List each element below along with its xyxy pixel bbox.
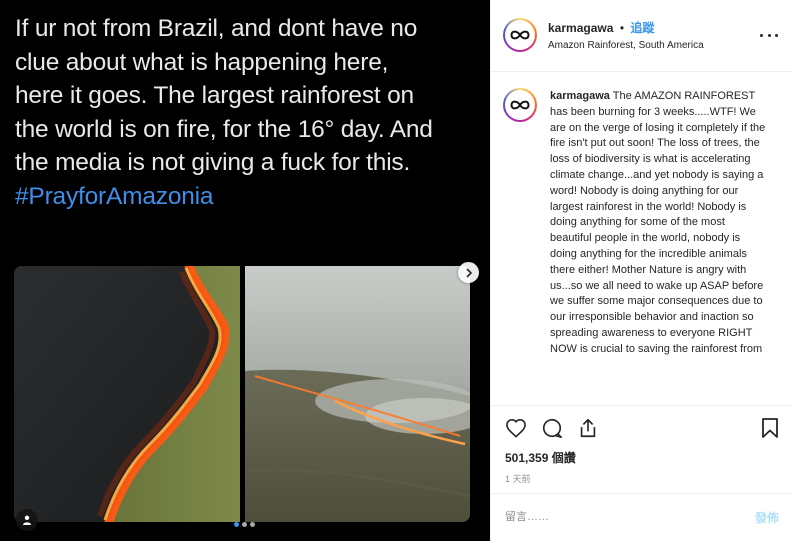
tagged-users-button[interactable]	[16, 509, 38, 531]
media-text-line: the media is not giving a fuck for this.	[15, 149, 411, 176]
more-options-icon[interactable]	[760, 27, 778, 43]
post-comment-button[interactable]: 發佈	[755, 509, 779, 526]
action-bar	[491, 406, 792, 442]
chevron-right-icon	[466, 268, 472, 277]
caption-section: karmagawa The AMAZON RAINFOREST has been…	[491, 72, 792, 406]
carousel-next-button[interactable]	[458, 262, 479, 283]
avatar[interactable]	[503, 88, 537, 122]
follow-button[interactable]: 追蹤	[630, 21, 654, 35]
carousel-dot	[242, 522, 247, 527]
caption-username[interactable]: karmagawa	[550, 90, 610, 102]
caption-text: The AMAZON RAINFOREST has been burning f…	[550, 90, 766, 355]
infinity-logo-icon	[510, 100, 530, 110]
post-media: If ur not from Brazil, and dont have no …	[0, 0, 490, 541]
media-text-line: the world is on fire, for the 16° day. A…	[15, 115, 433, 143]
media-hashtag: #PrayforAmazonia	[15, 182, 214, 210]
infinity-logo-icon	[510, 30, 530, 40]
like-count[interactable]: 501,359 個讚	[505, 449, 576, 466]
carousel-dot	[234, 522, 239, 527]
media-text-line: If ur not from Brazil, and dont have no	[15, 15, 418, 42]
post-caption: karmagawa The AMAZON RAINFOREST has been…	[550, 89, 766, 358]
share-icon	[580, 418, 596, 438]
carousel-indicator	[234, 522, 255, 527]
like-button[interactable]	[503, 415, 529, 441]
bookmark-icon	[762, 418, 778, 438]
post-timestamp[interactable]: 1 天前	[505, 472, 531, 485]
separator-dot: •	[619, 21, 625, 35]
media-text-overlay: If ur not from Brazil, and dont have no …	[15, 12, 483, 213]
avatar[interactable]	[503, 18, 537, 52]
media-text-line: here it goes. The largest rainforest on	[15, 82, 414, 109]
user-tag-icon	[23, 515, 31, 525]
header-text: karmagawa • 追蹤 Amazon Rainforest, South …	[548, 19, 704, 51]
header-username[interactable]: karmagawa	[548, 21, 613, 35]
comment-icon	[542, 418, 562, 438]
comment-bar: 發佈	[491, 493, 792, 541]
post-side-panel: karmagawa • 追蹤 Amazon Rainforest, South …	[490, 0, 792, 541]
share-button[interactable]	[575, 415, 601, 441]
location-link[interactable]: Amazon Rainforest, South America	[548, 40, 704, 51]
heart-icon	[506, 418, 526, 438]
comment-button[interactable]	[539, 415, 565, 441]
save-button[interactable]	[757, 415, 783, 441]
comment-input[interactable]	[505, 506, 725, 528]
aerial-smoke-photo	[245, 266, 470, 522]
media-text-line: clue about what is happening here,	[15, 48, 389, 76]
fire-line-photo	[14, 266, 240, 522]
post-header: karmagawa • 追蹤 Amazon Rainforest, South …	[491, 0, 792, 72]
carousel-dot	[250, 522, 255, 527]
